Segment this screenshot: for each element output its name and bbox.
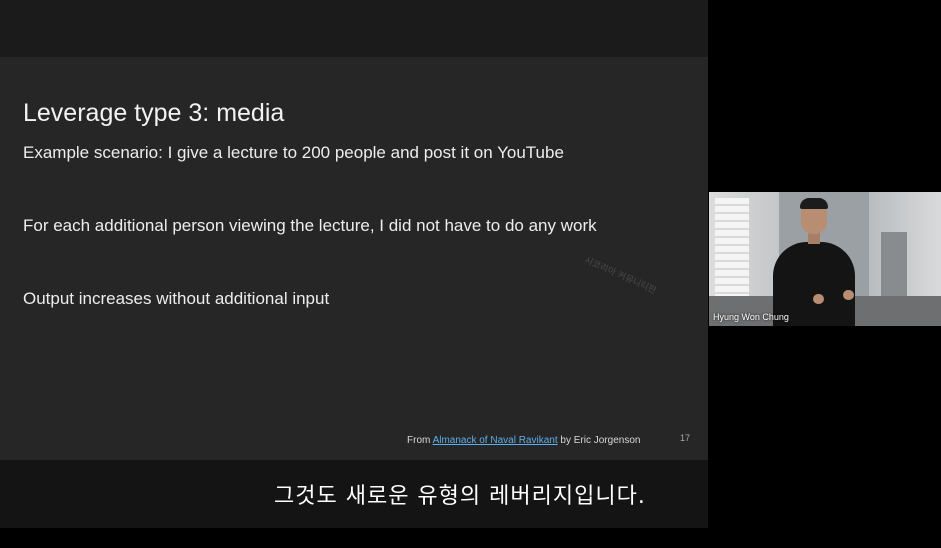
participant-name: Hyung Won Chung <box>713 312 789 322</box>
speaker-hair <box>800 198 828 209</box>
subtitle-text: 그것도 새로운 유형의 레버리지입니다. <box>274 484 646 509</box>
watermark-text: 시코리아 커뮤니티판 <box>582 255 658 297</box>
slide-bullet: Example scenario: I give a lecture to 20… <box>23 143 564 162</box>
subtitle-bar: 그것도 새로운 유형의 레버리지입니다. <box>0 460 708 528</box>
slide-bullet: For each additional person viewing the l… <box>23 216 597 235</box>
slide-page-number: 17 <box>680 433 691 443</box>
slide-bullet: Output increases without additional inpu… <box>23 289 330 308</box>
citation-suffix: by Eric Jorgenson <box>557 435 641 446</box>
background-doorway <box>881 232 907 304</box>
background-window <box>715 198 749 298</box>
participant-video-tile[interactable]: Hyung Won Chung <box>709 192 941 326</box>
speaker-hand <box>843 290 854 300</box>
slide-title: Leverage type 3: media <box>23 99 285 127</box>
top-band <box>0 0 708 57</box>
presentation-slide: Leverage type 3: media Example scenario:… <box>0 57 708 460</box>
slide-citation: From Almanack of Naval Ravikant by Eric … <box>407 435 640 446</box>
citation-link[interactable]: Almanack of Naval Ravikant <box>433 435 558 446</box>
speaker-hand <box>813 294 824 304</box>
citation-prefix: From <box>407 435 433 446</box>
